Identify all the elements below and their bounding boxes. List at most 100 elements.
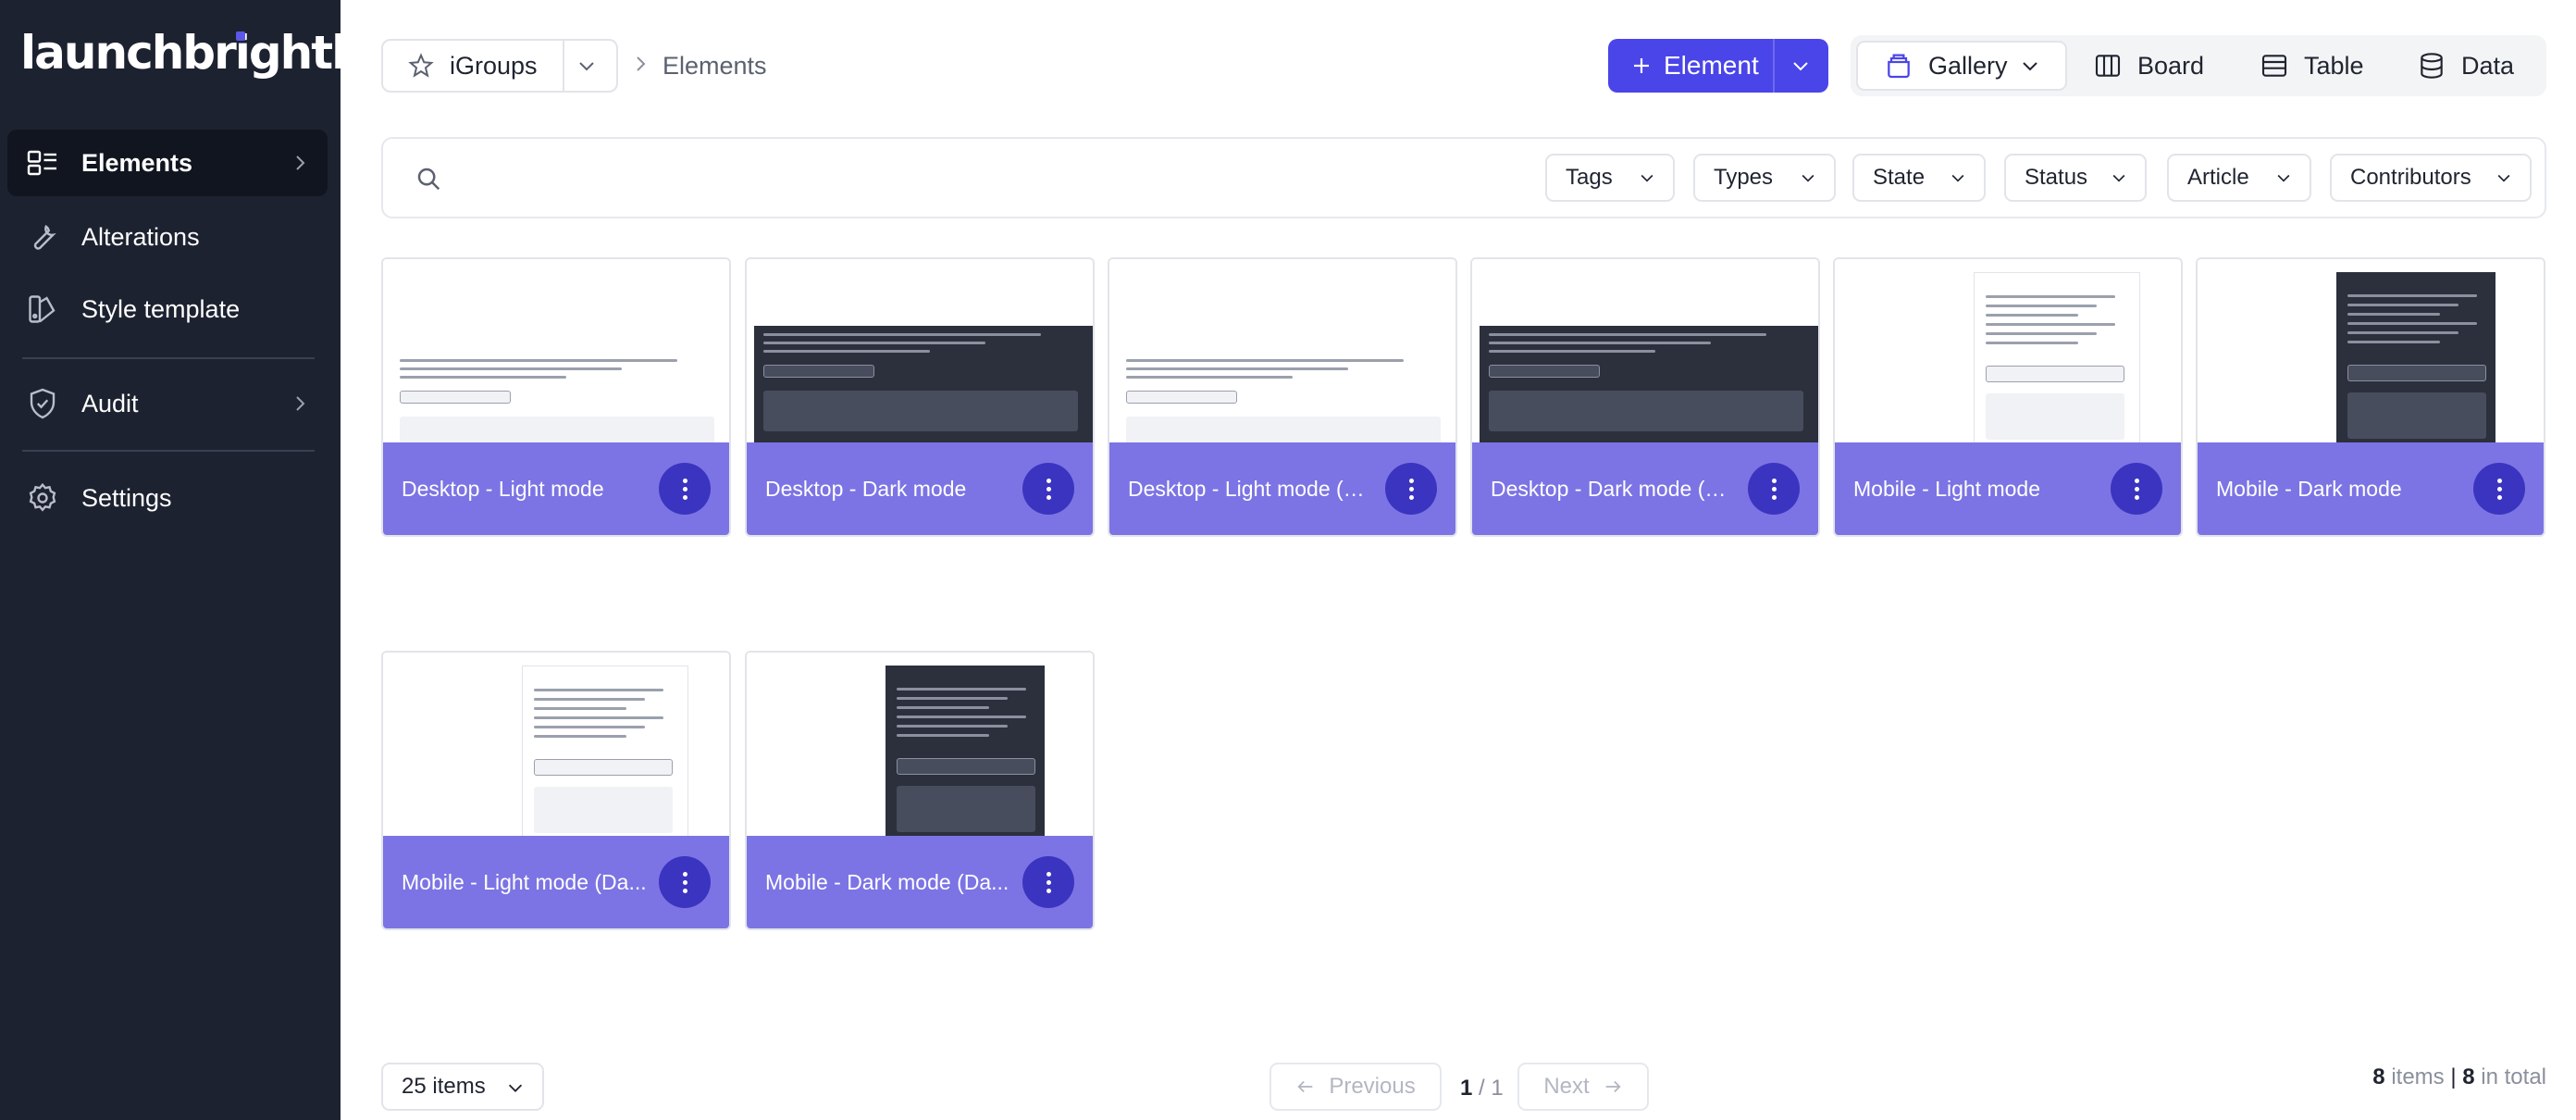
card-thumbnail	[1109, 259, 1455, 444]
gallery-card[interactable]: Mobile - Dark mode	[2196, 257, 2545, 537]
card-title[interactable]: Mobile - Light mode	[1853, 477, 2103, 502]
card-title[interactable]: Desktop - Dark mode (Da...	[1491, 477, 1740, 502]
filter-tags[interactable]: Tags	[1545, 154, 1675, 202]
next-button[interactable]: Next	[1517, 1063, 1649, 1111]
card-thumbnail	[383, 259, 729, 444]
gallery-card[interactable]: Mobile - Light mode (Da...	[381, 651, 731, 930]
view-switcher: Gallery Board Table Data	[1851, 35, 2546, 96]
search-icon[interactable]	[415, 165, 442, 193]
gallery-card[interactable]: Desktop - Dark mode (Da...	[1470, 257, 1820, 537]
view-board[interactable]: Board	[2093, 41, 2260, 91]
group-selector[interactable]: iGroups	[381, 39, 618, 93]
screenshot-preview	[754, 326, 1093, 444]
filter-types[interactable]: Types	[1693, 154, 1836, 202]
screenshot-preview	[390, 352, 729, 444]
kebab-menu-icon	[1771, 477, 1777, 502]
total-pages: 1	[1491, 1076, 1504, 1101]
table-icon	[2261, 55, 2287, 77]
view-gallery[interactable]: Gallery	[1856, 41, 2067, 91]
sidebar-item-audit[interactable]: Audit	[7, 370, 328, 437]
sidebar-item-style-template[interactable]: Style template	[7, 276, 328, 342]
view-label: Board	[2137, 51, 2205, 80]
database-icon	[2421, 53, 2443, 79]
card-title[interactable]: Mobile - Dark mode (Da...	[765, 870, 1015, 895]
more-options-button[interactable]	[2473, 463, 2525, 515]
chevron-right-icon	[296, 156, 305, 170]
more-options-button[interactable]	[659, 463, 711, 515]
chevron-down-icon	[508, 1084, 523, 1092]
filter-bar: Tags Types State Status Article Contribu…	[381, 137, 2546, 218]
screenshot-preview	[522, 666, 688, 838]
search-input[interactable]	[457, 154, 1179, 202]
sidebar-item-alterations[interactable]: Alterations	[7, 204, 328, 270]
current-page: 1	[1460, 1076, 1473, 1101]
more-options-button[interactable]	[1748, 463, 1800, 515]
per-page-select[interactable]: 25 items	[381, 1063, 544, 1111]
chevron-down-icon	[1641, 174, 1653, 182]
filter-label: Article	[2187, 165, 2249, 190]
view-label: Data	[2461, 51, 2515, 80]
card-title[interactable]: Desktop - Light mode	[402, 477, 651, 502]
previous-button[interactable]: Previous	[1269, 1063, 1442, 1111]
more-options-button[interactable]	[2111, 463, 2162, 515]
chevron-down-icon[interactable]	[576, 55, 598, 77]
card-title[interactable]: Mobile - Dark mode	[2216, 477, 2466, 502]
chevron-down-icon	[1802, 174, 1814, 182]
board-icon	[2095, 55, 2121, 77]
view-label: Table	[2304, 51, 2364, 80]
filter-label: Types	[1714, 165, 1774, 190]
item-total: 8 items | 8 in total	[2372, 1064, 2546, 1090]
filter-state[interactable]: State	[1852, 154, 1986, 202]
sidebar-item-settings[interactable]: Settings	[7, 465, 328, 531]
kebab-menu-icon	[2134, 477, 2139, 502]
view-table[interactable]: Table	[2260, 41, 2417, 91]
card-title[interactable]: Mobile - Light mode (Da...	[402, 870, 651, 895]
gallery-card[interactable]: Mobile - Light mode	[1833, 257, 2183, 537]
filter-article[interactable]: Article	[2167, 154, 2311, 202]
launchbrightly-logo[interactable]: launchbrightly	[20, 26, 376, 80]
chevron-down-icon	[2112, 174, 2125, 182]
chevron-down-icon	[2277, 174, 2290, 182]
card-footer: Desktop - Dark mode	[747, 442, 1093, 535]
breadcrumb[interactable]: Elements	[663, 52, 767, 81]
view-data[interactable]: Data	[2417, 41, 2546, 91]
screenshot-preview	[2336, 272, 2496, 444]
card-footer: Mobile - Light mode (Da...	[383, 836, 729, 928]
card-footer: Mobile - Dark mode	[2198, 442, 2544, 535]
previous-label: Previous	[1329, 1074, 1416, 1099]
chevron-down-icon[interactable]	[1790, 55, 1812, 77]
card-thumbnail	[1835, 259, 2181, 444]
card-title[interactable]: Desktop - Dark mode	[765, 477, 1015, 502]
arrow-left-icon	[1297, 1080, 1313, 1093]
chevron-right-icon	[296, 396, 305, 411]
sidebar-item-label: Style template	[81, 294, 241, 323]
sidebar-item-label: Elements	[81, 148, 193, 177]
card-thumbnail	[747, 653, 1093, 838]
more-options-button[interactable]	[1385, 463, 1437, 515]
more-options-button[interactable]	[1022, 856, 1074, 908]
gallery-card[interactable]: Desktop - Light mode	[381, 257, 731, 537]
group-divider	[563, 41, 564, 91]
star-icon[interactable]	[407, 52, 435, 80]
view-label: Gallery	[1928, 51, 2008, 80]
page-indicator: 1 / 1	[1460, 1076, 1504, 1101]
filter-status[interactable]: Status	[2004, 154, 2147, 202]
per-page-label: 25 items	[402, 1074, 486, 1099]
gallery-card[interactable]: Desktop - Light mode (Da...	[1108, 257, 1457, 537]
chevron-down-icon	[2497, 174, 2510, 182]
more-options-button[interactable]	[1022, 463, 1074, 515]
sidebar-item-elements[interactable]: Elements	[7, 130, 328, 196]
add-element-button[interactable]: Element	[1608, 39, 1828, 93]
more-options-button[interactable]	[659, 856, 711, 908]
screenshot-preview	[1480, 326, 1818, 444]
card-thumbnail	[383, 653, 729, 838]
filter-contributors[interactable]: Contributors	[2330, 154, 2532, 202]
add-element-label: Element	[1664, 51, 1759, 80]
kebab-menu-icon	[1046, 477, 1051, 502]
items-count: 8	[2372, 1064, 2385, 1089]
card-thumbnail	[1472, 259, 1818, 444]
gallery-card[interactable]: Mobile - Dark mode (Da...	[745, 651, 1095, 930]
gallery-card[interactable]: Desktop - Dark mode	[745, 257, 1095, 537]
card-title[interactable]: Desktop - Light mode (Da...	[1128, 477, 1378, 502]
sidebar-item-label: Audit	[81, 389, 139, 417]
